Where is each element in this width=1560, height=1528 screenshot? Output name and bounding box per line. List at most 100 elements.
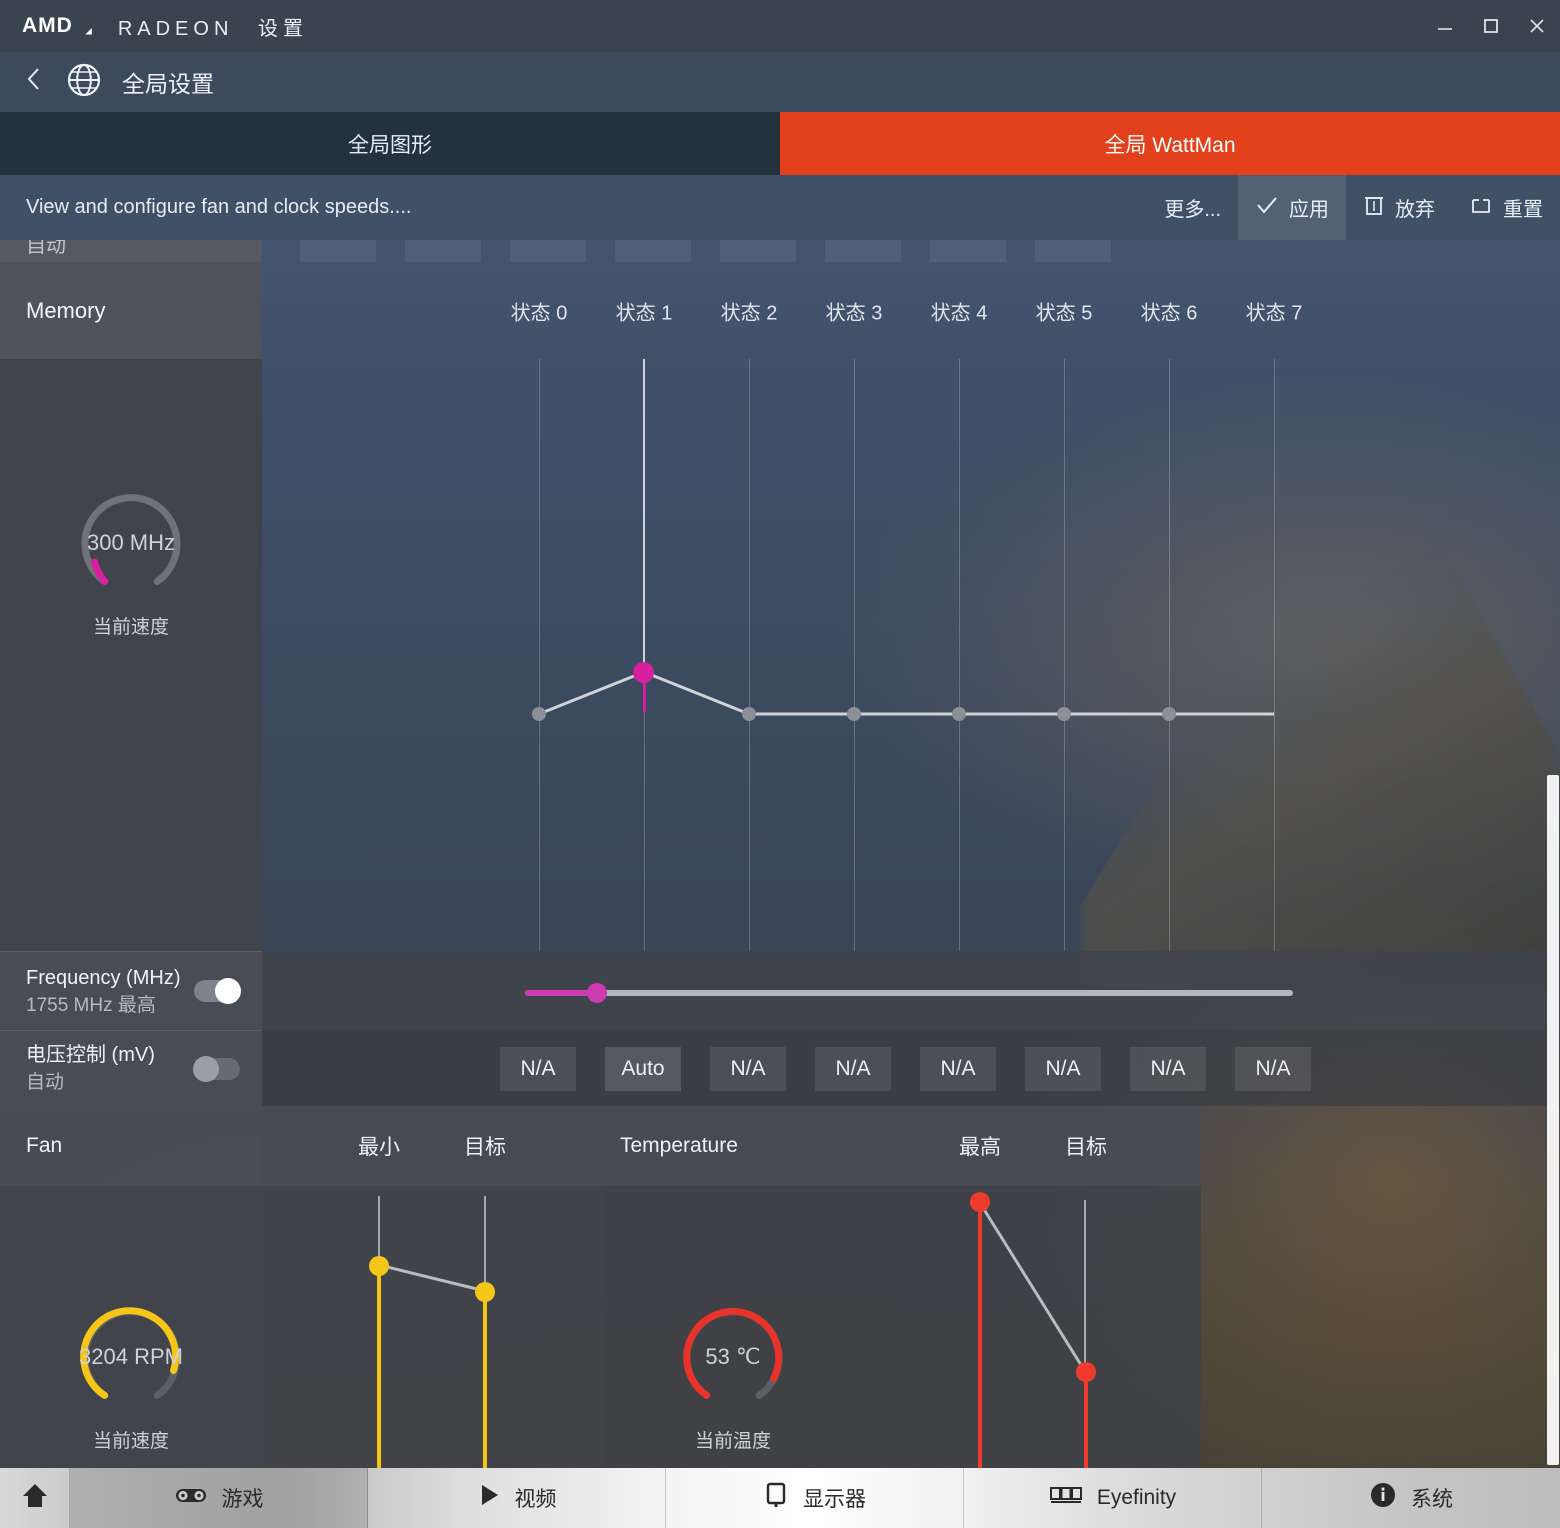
memory-section-label: Memory xyxy=(0,262,262,359)
fan-gauge: 3204 RPM 当前速度 xyxy=(72,1298,190,1453)
nav-video[interactable]: 视频 xyxy=(368,1468,666,1528)
maximize-icon[interactable] xyxy=(1468,0,1514,52)
memory-gauge-panel: 300 MHz 当前速度 xyxy=(0,359,262,951)
frequency-slider-track xyxy=(525,990,1293,996)
reset-label: 重置 xyxy=(1503,199,1543,221)
close-icon[interactable] xyxy=(1514,0,1560,52)
more-label: 更多... xyxy=(1164,199,1221,221)
voltage-value-6[interactable]: N/A xyxy=(1130,1047,1206,1091)
frequency-setting-row: Frequency (MHz) 1755 MHz 最高 xyxy=(0,951,262,1030)
nav-display-label: 显示器 xyxy=(803,1488,866,1511)
state-header-7[interactable]: 状态 7 xyxy=(1246,296,1303,325)
amd-logo: AMD xyxy=(22,14,92,38)
minimize-icon[interactable] xyxy=(1422,0,1468,52)
globe-icon xyxy=(66,62,102,103)
tab-global-wattman[interactable]: 全局 WattMan xyxy=(780,112,1560,175)
nav-gaming[interactable]: 游戏 xyxy=(70,1468,368,1528)
clipped-chip xyxy=(720,240,796,262)
nav-home[interactable] xyxy=(0,1468,70,1528)
state-header-5[interactable]: 状态 5 xyxy=(1036,296,1093,325)
state-header-2[interactable]: 状态 2 xyxy=(721,296,778,325)
temperature-gauge-caption: 当前温度 xyxy=(694,1431,771,1452)
action-bar-description: View and configure fan and clock speeds.… xyxy=(26,196,412,218)
state-header-0[interactable]: 状态 0 xyxy=(511,296,568,325)
trash-icon xyxy=(1363,193,1385,223)
memory-curve xyxy=(532,670,1274,721)
nav-eyefinity-label: Eyefinity xyxy=(1096,1486,1177,1509)
more-button[interactable]: 更多... xyxy=(1147,175,1238,240)
clipped-chip xyxy=(510,240,586,262)
memory-gauge-value: 300 MHz xyxy=(86,530,176,555)
tab-global-graphics[interactable]: 全局图形 xyxy=(0,112,780,175)
memory-state-graph[interactable] xyxy=(262,359,1560,951)
reset-button[interactable]: 重置 xyxy=(1452,175,1560,240)
page-title: 全局设置 xyxy=(122,71,214,97)
amd-logo-text: AMD xyxy=(22,14,73,37)
fan-gauge-caption: 当前速度 xyxy=(92,1431,169,1452)
nav-gaming-label: 游戏 xyxy=(221,1488,264,1511)
frequency-label: Frequency (MHz) xyxy=(26,966,181,989)
memory-state-handle[interactable] xyxy=(633,662,654,683)
state-header-6[interactable]: 状态 6 xyxy=(1141,296,1198,325)
nav-eyefinity[interactable]: Eyefinity xyxy=(964,1468,1262,1528)
voltage-sub: 自动 xyxy=(26,1072,65,1093)
state-header-3[interactable]: 状态 3 xyxy=(826,296,883,325)
frequency-text: Frequency (MHz) 1755 MHz 最高 xyxy=(26,964,194,1019)
nav-display[interactable]: 显示器 xyxy=(666,1468,964,1528)
info-icon xyxy=(1369,1481,1397,1515)
nav-system-label: 系统 xyxy=(1411,1488,1453,1511)
voltage-value-2[interactable]: N/A xyxy=(710,1047,786,1091)
action-buttons: 更多... 应用 放弃 重置 xyxy=(1147,175,1560,240)
memory-section-header: Memory 状态 0 状态 1 状态 2 状态 3 状态 4 状态 5 状态 … xyxy=(0,262,1560,359)
temperature-section-label: Temperature xyxy=(620,1134,738,1157)
frequency-slider[interactable] xyxy=(525,983,1293,1003)
tab-bar: 全局图形 全局 WattMan xyxy=(0,112,1560,175)
eyefinity-icon xyxy=(1049,1483,1083,1513)
state-header-1[interactable]: 状态 1 xyxy=(616,296,673,325)
voltage-value-4[interactable]: N/A xyxy=(920,1047,996,1091)
voltage-value-1[interactable]: Auto xyxy=(605,1047,681,1091)
nav-system[interactable]: 系统 xyxy=(1262,1468,1560,1528)
state-header-4[interactable]: 状态 4 xyxy=(931,296,988,325)
voltage-value-0[interactable]: N/A xyxy=(500,1047,576,1091)
voltage-value-3[interactable]: N/A xyxy=(815,1047,891,1091)
check-icon xyxy=(1255,193,1279,223)
clipped-value-chips xyxy=(262,240,1560,262)
temp-col-target: 目标 xyxy=(1065,1136,1107,1159)
discard-button[interactable]: 放弃 xyxy=(1346,175,1452,240)
memory-gauge: 300 MHz 当前速度 xyxy=(72,484,190,639)
vertical-scrollbar[interactable] xyxy=(1547,775,1559,1465)
apply-button[interactable]: 应用 xyxy=(1238,175,1346,240)
radeon-word: RADEON xyxy=(117,17,234,40)
clipped-setting-sub: 自动 xyxy=(26,240,66,257)
monitor-icon xyxy=(763,1481,789,1515)
frequency-slider-knob[interactable] xyxy=(587,983,607,1003)
temp-col-max: 最高 xyxy=(959,1136,1001,1159)
temperature-gauge-value: 53 ℃ xyxy=(705,1344,761,1369)
memory-state-headers: 状态 0 状态 1 状态 2 状态 3 状态 4 状态 5 状态 6 状态 7 xyxy=(262,262,1560,359)
play-icon xyxy=(477,1482,501,1514)
radeon-settings-window: AMD RADEON 设置 全局设置 全局图形 全局 WattMan View … xyxy=(0,0,1560,1528)
temp-max-handle[interactable] xyxy=(970,1192,990,1212)
frequency-sub: 1755 MHz 最高 xyxy=(26,994,156,1016)
radeon-title: RADEON 设置 xyxy=(118,12,308,41)
clipped-chip xyxy=(1035,240,1111,262)
frequency-toggle-knob xyxy=(215,978,241,1004)
clipped-chip xyxy=(930,240,1006,262)
temp-target-handle[interactable] xyxy=(1076,1362,1096,1382)
action-bar: View and configure fan and clock speeds.… xyxy=(0,175,1560,240)
frequency-toggle[interactable] xyxy=(194,978,241,1004)
window-controls xyxy=(1422,0,1560,52)
clipped-chip xyxy=(300,240,376,262)
voltage-value-5[interactable]: N/A xyxy=(1025,1047,1101,1091)
back-icon[interactable] xyxy=(16,65,52,100)
reset-icon xyxy=(1469,193,1493,223)
fan-target-handle[interactable] xyxy=(475,1282,495,1302)
voltage-toggle[interactable] xyxy=(193,1055,240,1082)
fan-min-handle[interactable] xyxy=(369,1256,389,1276)
voltage-value-7[interactable]: N/A xyxy=(1235,1047,1311,1091)
breadcrumb: 全局设置 xyxy=(0,52,1560,112)
amd-arrow-icon xyxy=(74,17,92,35)
clipped-setting-row: 自动 xyxy=(0,240,262,262)
bottom-navigation: 游戏 视频 显示器 Eyefinity 系统 xyxy=(0,1468,1560,1528)
